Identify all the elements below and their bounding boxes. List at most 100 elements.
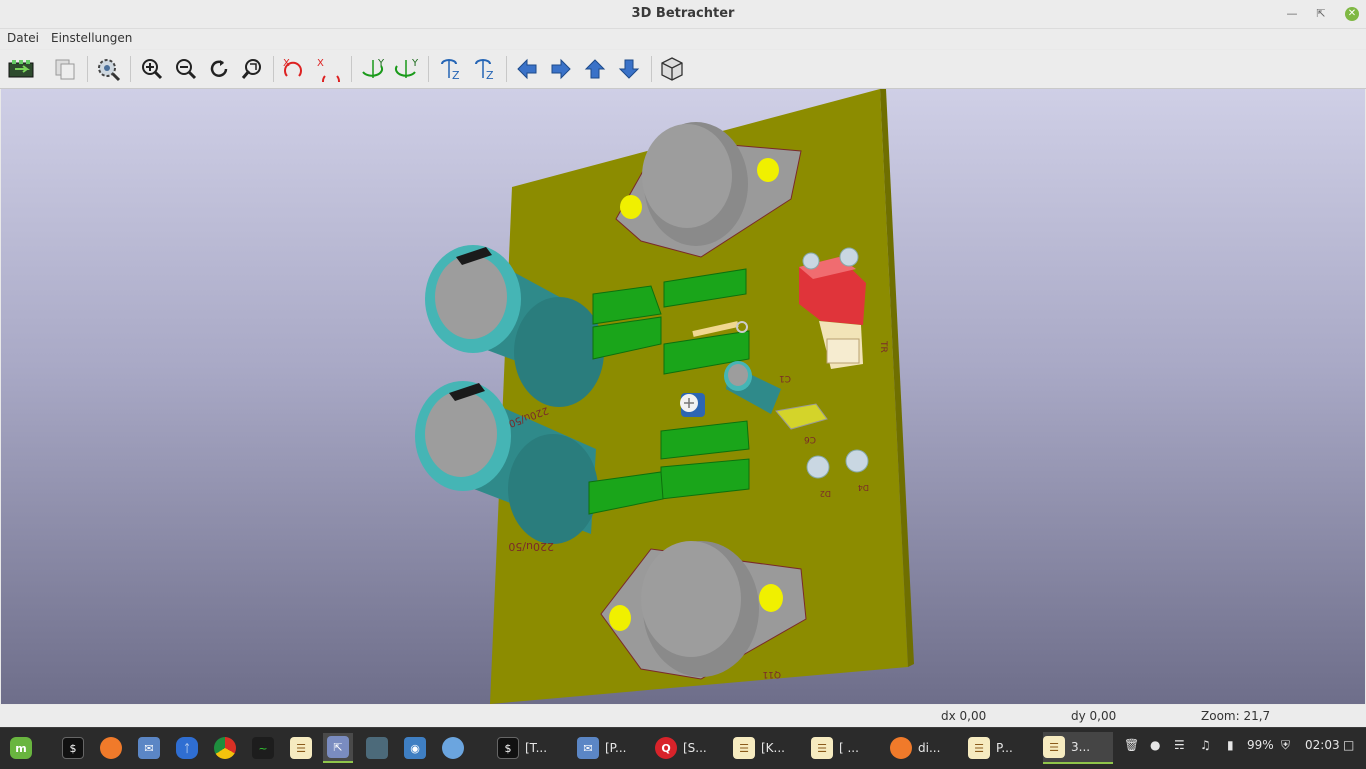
trimmer-pot: [680, 393, 705, 417]
arrow-down-icon: [618, 59, 640, 79]
3d-viewport[interactable]: 220u/50 220u/50 C1 C6 D2 D4 Q11 TR: [1, 89, 1365, 704]
toolbar-separator: [428, 56, 429, 82]
launcher-terminal[interactable]: $: [58, 733, 88, 763]
launcher-firefox[interactable]: [96, 733, 126, 763]
status-dy: dy 0,00: [1071, 709, 1117, 723]
taskbar-window-1[interactable]: ✉ [P...: [577, 732, 657, 764]
menu-datei[interactable]: Datei: [7, 31, 39, 45]
axis-letter: X: [283, 58, 290, 69]
update-shield-icon[interactable]: ⛨: [1281, 738, 1290, 753]
cube-icon: [661, 57, 683, 81]
screenshot-tool-icon: ⇱: [327, 736, 349, 758]
redraw-button[interactable]: [204, 54, 234, 84]
taskbar-window-6[interactable]: ☰ P...: [968, 732, 1046, 764]
move-right-button[interactable]: [546, 54, 576, 84]
volume-icon[interactable]: ♫: [1200, 738, 1211, 752]
axis-letter: Y: [411, 58, 419, 69]
rotate-y-icon: Y: [394, 58, 419, 78]
pcb-3d-render[interactable]: 220u/50 220u/50 C1 C6 D2 D4 Q11 TR: [1, 89, 1365, 704]
trash-icon[interactable]: 🗑: [1124, 738, 1139, 752]
zoom-fit-button[interactable]: [237, 54, 267, 84]
globe-icon: [442, 737, 464, 759]
ortho-view-button[interactable]: [657, 54, 687, 84]
silkscreen-label: TR: [878, 340, 888, 353]
diode-d2: [806, 455, 830, 479]
silkscreen-label: C1: [779, 373, 791, 383]
taskbar-window-0[interactable]: $ [T...: [497, 732, 577, 764]
zoom-out-button[interactable]: [171, 54, 201, 84]
taskbar-window-label: [K...: [761, 741, 785, 755]
taskbar-window-3[interactable]: ☰ [K...: [733, 732, 813, 764]
launcher-kicad[interactable]: ☰: [286, 733, 316, 763]
taskbar-window-7[interactable]: ☰ 3...: [1043, 732, 1113, 764]
rotate-y-icon: Y: [362, 58, 385, 78]
move-down-button[interactable]: [614, 54, 644, 84]
taskbar-window-label: [P...: [605, 741, 627, 755]
silkscreen-label: D2: [820, 489, 831, 498]
kicad-icon: ☰: [290, 737, 312, 759]
arrow-left-icon: [517, 58, 537, 80]
show-desktop-icon[interactable]: □: [1343, 738, 1354, 752]
kicad-icon: ☰: [811, 737, 833, 759]
reload-board-button[interactable]: [6, 54, 36, 84]
firefox-icon: [100, 737, 122, 759]
reload-board-icon: [8, 60, 34, 78]
launcher-globe[interactable]: [438, 733, 468, 763]
title-bar: 3D Betrachter — ⇱ ✕: [0, 0, 1366, 29]
toolbar-separator: [130, 56, 131, 82]
refresh-icon: [210, 60, 228, 77]
axis-letter: X: [317, 58, 324, 69]
mint-menu-icon: m: [10, 737, 32, 759]
move-left-button[interactable]: [512, 54, 542, 84]
taskbar-window-4[interactable]: ☰ [ ...: [811, 732, 891, 764]
taskbar-window-label: P...: [996, 741, 1013, 755]
copy-image-button[interactable]: [50, 54, 80, 84]
settings-button[interactable]: [93, 54, 123, 84]
camera-icon: ◉: [404, 737, 426, 759]
taskbar-window-label: 3...: [1071, 740, 1091, 754]
minimize-button[interactable]: —: [1283, 5, 1301, 23]
launcher-chrome[interactable]: [210, 733, 240, 763]
toolbar-separator: [273, 56, 274, 82]
rotate-y-ccw-button[interactable]: Y: [392, 54, 422, 84]
system-monitor-icon: ~: [252, 737, 274, 759]
silkscreen-label: 220u/50: [508, 540, 554, 553]
desktop-icon: [366, 737, 388, 759]
rotate-z-cw-button[interactable]: Z: [435, 54, 465, 84]
arrow-up-icon: [584, 59, 606, 79]
copy-image-icon: [55, 59, 75, 80]
launcher-camera[interactable]: ◉: [400, 733, 430, 763]
menu-bar: Datei Einstellungen: [0, 29, 1366, 49]
launcher-desktop[interactable]: [362, 733, 392, 763]
launcher-mail[interactable]: ✉: [134, 733, 164, 763]
launcher-system-monitor[interactable]: ~: [248, 733, 278, 763]
launcher-screenshot[interactable]: ⇱: [323, 733, 353, 763]
zoom-in-button[interactable]: [137, 54, 167, 84]
menu-einstellungen[interactable]: Einstellungen: [51, 31, 132, 45]
mint-menu-button[interactable]: m: [6, 733, 36, 763]
maximize-button[interactable]: ⇱: [1312, 5, 1330, 23]
rotate-x-cw-button[interactable]: X: [280, 54, 310, 84]
close-button[interactable]: ✕: [1345, 7, 1359, 21]
status-dx: dx 0,00: [941, 709, 987, 723]
battery-icon[interactable]: ▮: [1227, 738, 1234, 752]
firefox-icon: [890, 737, 912, 759]
launcher-bluetooth[interactable]: ᛏ: [172, 733, 202, 763]
kicad-icon: ☰: [1043, 736, 1065, 758]
axis-letter: Y: [377, 58, 385, 69]
clock[interactable]: 02:03: [1305, 738, 1340, 752]
move-up-button[interactable]: [580, 54, 610, 84]
rotate-z-ccw-button[interactable]: Z: [469, 54, 499, 84]
axis-letter: Z: [452, 69, 460, 82]
silkscreen-label: C6: [804, 434, 816, 444]
wifi-icon[interactable]: ☴: [1174, 738, 1185, 752]
mail-icon: ✉: [577, 737, 599, 759]
kicad-icon: ☰: [968, 737, 990, 759]
user-icon[interactable]: ●: [1150, 738, 1160, 752]
taskbar-window-5[interactable]: di...: [890, 732, 970, 764]
bluetooth-icon: ᛏ: [176, 737, 198, 759]
taskbar-window-2[interactable]: Q [S...: [655, 732, 735, 764]
rotate-y-cw-button[interactable]: Y: [358, 54, 388, 84]
rotate-x-ccw-button[interactable]: X: [314, 54, 344, 84]
kicad-icon: ☰: [733, 737, 755, 759]
